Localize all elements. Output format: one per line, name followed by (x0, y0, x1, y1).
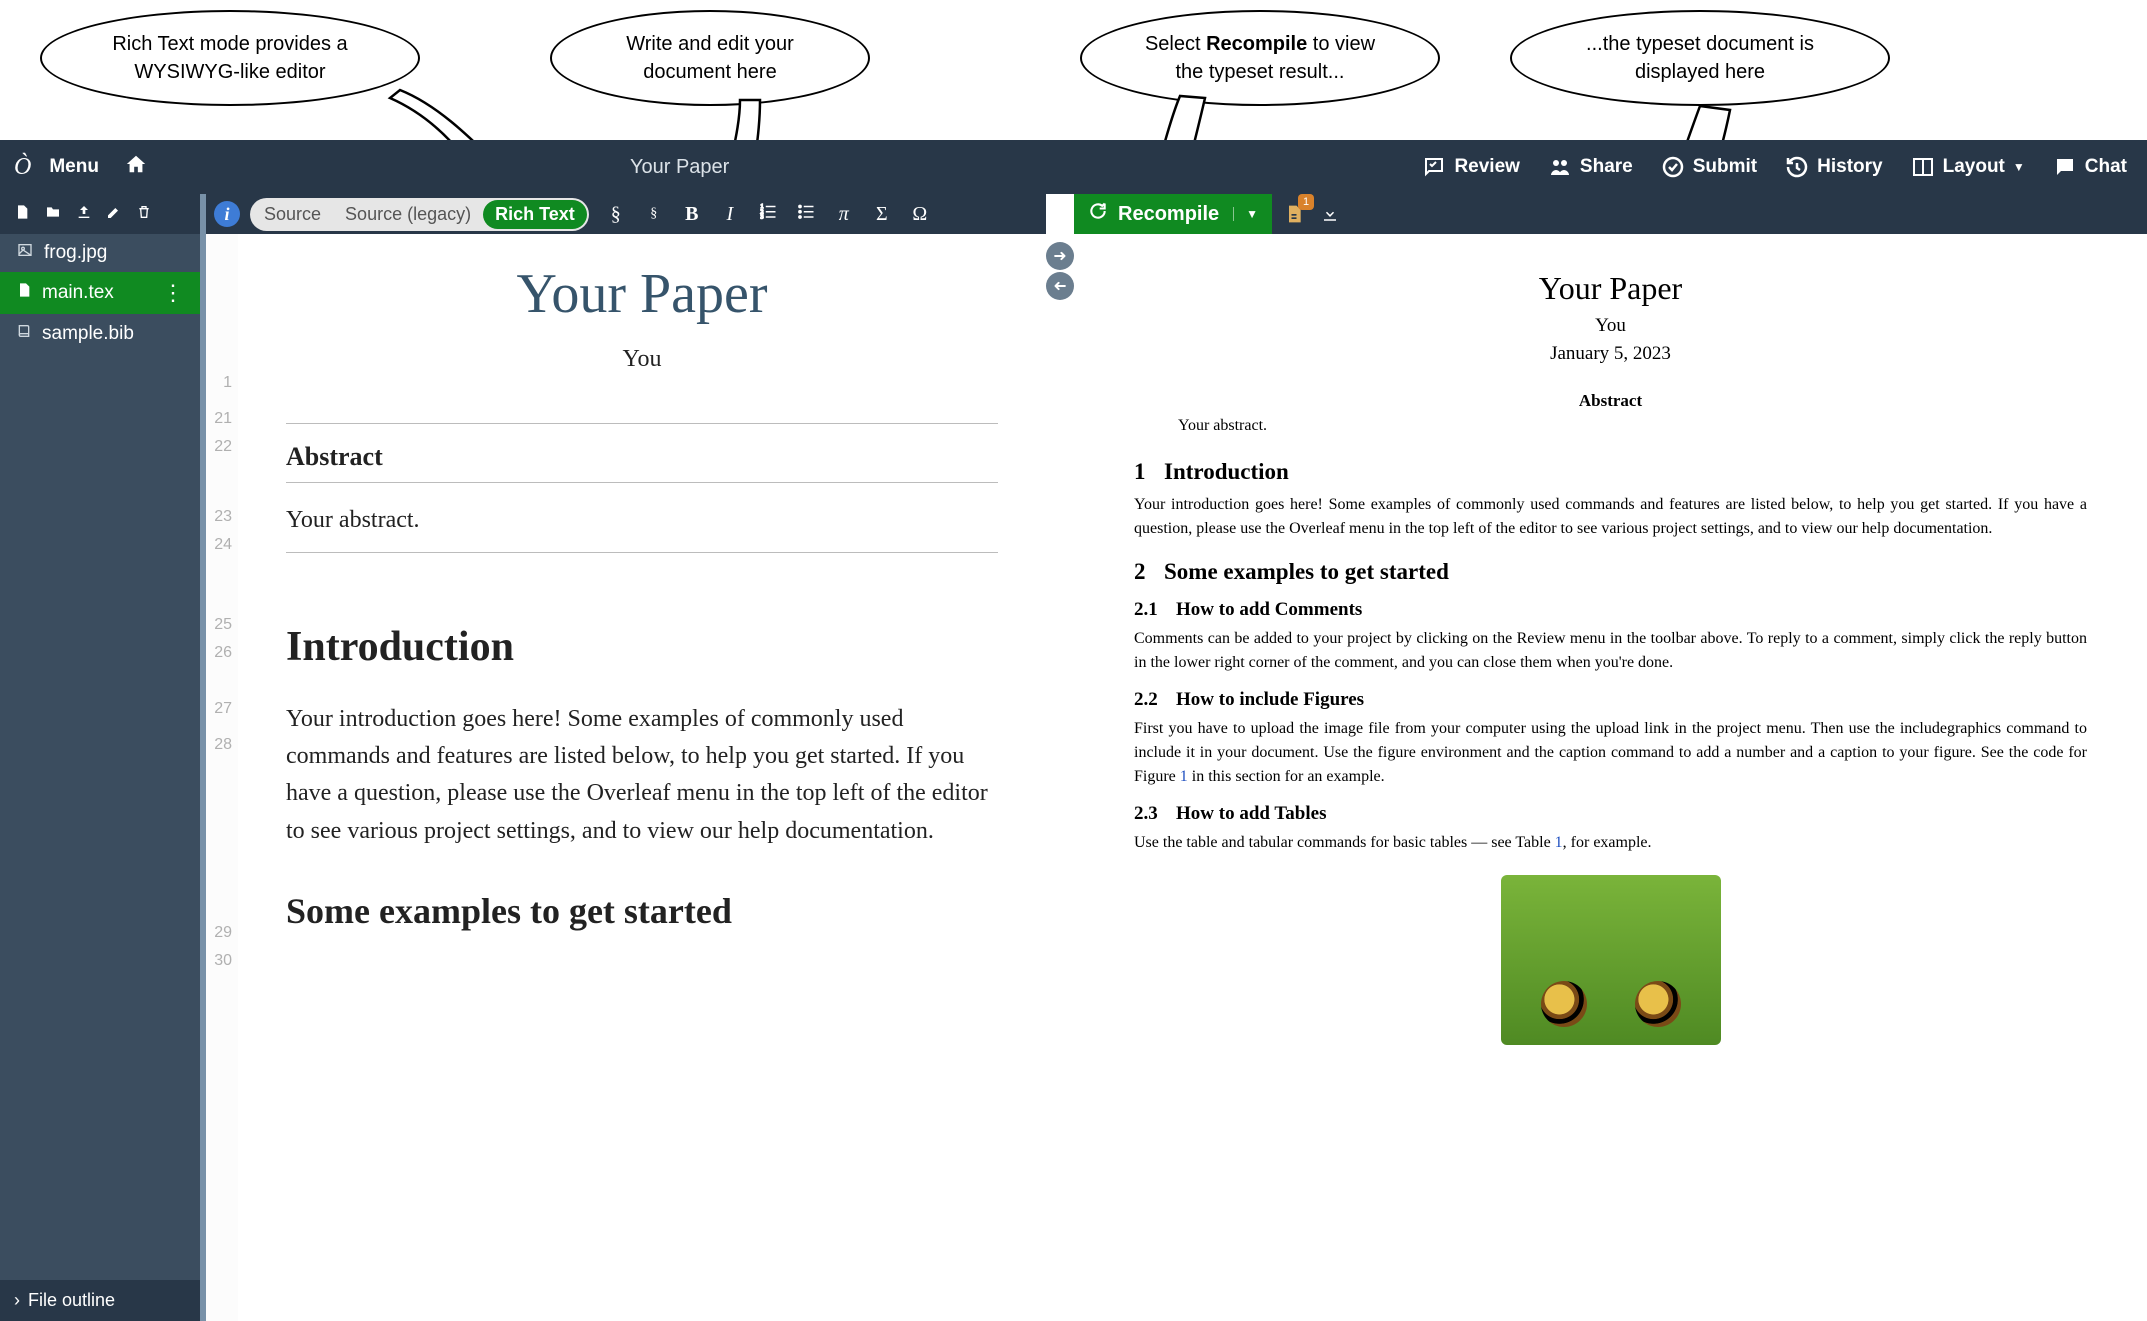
sync-right-icon[interactable]: ➜ (1046, 242, 1074, 270)
pdf-sec-2: 2Some examples to get started (1134, 559, 2087, 585)
frog-figure (1501, 875, 1721, 1045)
pdf-sub22-body: First you have to upload the image file … (1134, 717, 2087, 789)
section-introduction[interactable]: Introduction (286, 623, 998, 671)
main-area: frog.jpg main.tex ⋮ sample.bib › File ou… (0, 194, 2147, 1321)
pdf-sub-23: 2.3How to add Tables (1134, 803, 2087, 825)
new-folder-icon[interactable] (44, 204, 62, 225)
logs-button[interactable]: 1 (1280, 200, 1308, 228)
file-outline-toggle[interactable]: › File outline (0, 1280, 200, 1321)
home-icon[interactable] (125, 153, 147, 181)
mode-rich-text[interactable]: Rich Text (483, 200, 587, 229)
section-icon[interactable]: § (599, 203, 633, 226)
logs-badge-count: 1 (1298, 194, 1314, 210)
pane-divider[interactable]: ➜ ➜ (1046, 194, 1074, 1321)
file-label: frog.jpg (44, 242, 107, 264)
pdf-sub21-body: Comments can be added to your project by… (1134, 627, 2087, 675)
pdf-abstract-text: Your abstract. (1178, 417, 2043, 435)
file-list: frog.jpg main.tex ⋮ sample.bib (0, 234, 200, 1280)
abstract-heading[interactable]: Abstract (286, 442, 998, 472)
svg-text:3: 3 (760, 215, 763, 221)
section-examples[interactable]: Some examples to get started (286, 890, 998, 932)
doc-title[interactable]: Your Paper (286, 262, 998, 326)
pdf-sec-1: 1Introduction (1134, 459, 2087, 485)
editor-toolbar: i Source Source (legacy) Rich Text § § B… (206, 194, 1046, 234)
submit-button[interactable]: Submit (1661, 155, 1757, 179)
editor-pane: i Source Source (legacy) Rich Text § § B… (206, 194, 1046, 1321)
annotation-typeset: ...the typeset document is displayed her… (1510, 10, 1890, 106)
book-icon (16, 322, 32, 346)
file-menu-icon[interactable]: ⋮ (162, 280, 184, 306)
pdf-sec1-body: Your introduction goes here! Some exampl… (1134, 493, 2087, 541)
pdf-viewer[interactable]: Your Paper You January 5, 2023 Abstract … (1074, 234, 2147, 1321)
annotation-recompile: Select Recompile to view the typeset res… (1080, 10, 1440, 106)
top-header: Ò Menu Your Paper Review Share Submit Hi… (0, 140, 2147, 194)
intro-body[interactable]: Your introduction goes here! Some exampl… (286, 701, 998, 850)
review-button[interactable]: Review (1422, 155, 1519, 179)
upload-icon[interactable] (76, 203, 92, 226)
table-ref-link[interactable]: 1 (1555, 834, 1563, 851)
pdf-abstract-head: Abstract (1134, 391, 2087, 411)
mode-source-legacy[interactable]: Source (legacy) (333, 200, 483, 229)
annotation-row: Rich Text mode provides a WYSIWYG-like e… (0, 0, 2147, 140)
annotation-rich-text: Rich Text mode provides a WYSIWYG-like e… (40, 10, 420, 106)
image-icon (16, 242, 34, 264)
recompile-icon (1088, 201, 1108, 227)
doc-author[interactable]: You (286, 346, 998, 373)
bullet-list-icon[interactable] (789, 202, 823, 226)
file-item-bib[interactable]: sample.bib (0, 314, 200, 354)
menu-button[interactable]: Menu (49, 156, 99, 178)
figure-ref-link[interactable]: 1 (1180, 768, 1188, 785)
italic-icon[interactable]: I (713, 203, 747, 226)
pi-icon[interactable]: π (827, 203, 861, 226)
numbered-list-icon[interactable]: 123 (751, 202, 785, 226)
pdf-title: Your Paper (1134, 270, 2087, 307)
pdf-sub-21: 2.1How to add Comments (1134, 599, 2087, 621)
pdf-page: Your Paper You January 5, 2023 Abstract … (1074, 234, 2147, 1321)
file-toolbar (0, 194, 200, 234)
project-title: Your Paper (200, 156, 1402, 179)
pdf-sub23-body: Use the table and tabular commands for b… (1134, 831, 2087, 855)
line-gutter: 1 21 22 23 24 25 26 27 28 29 30 (206, 234, 238, 1321)
sync-left-icon[interactable]: ➜ (1046, 272, 1074, 300)
editor-mode-toggle: Source Source (legacy) Rich Text (250, 198, 589, 231)
info-icon[interactable]: i (214, 201, 240, 227)
file-label: sample.bib (42, 323, 134, 345)
file-item-frog[interactable]: frog.jpg (0, 234, 200, 272)
pdf-author: You (1134, 315, 2087, 337)
file-label: main.tex (42, 282, 114, 304)
delete-icon[interactable] (136, 203, 152, 226)
history-button[interactable]: History (1785, 155, 1882, 179)
subsection-icon[interactable]: § (637, 206, 671, 222)
chat-button[interactable]: Chat (2053, 155, 2127, 179)
share-button[interactable]: Share (1548, 155, 1633, 179)
layout-button[interactable]: Layout ▼ (1911, 155, 2025, 179)
bold-icon[interactable]: B (675, 203, 709, 226)
pdf-pane: Recompile ▼ 1 Your Paper You January 5, … (1074, 194, 2147, 1321)
editor-body[interactable]: 1 21 22 23 24 25 26 27 28 29 30 Your Pap… (206, 234, 1046, 1321)
pdf-toolbar: Recompile ▼ 1 (1074, 194, 2147, 234)
pdf-date: January 5, 2023 (1134, 343, 2087, 365)
mode-source[interactable]: Source (252, 200, 333, 229)
recompile-button[interactable]: Recompile ▼ (1074, 194, 1272, 234)
caret-down-icon: ▼ (2013, 160, 2025, 174)
sigma-icon[interactable]: Σ (865, 203, 899, 226)
file-sidebar: frog.jpg main.tex ⋮ sample.bib › File ou… (0, 194, 200, 1321)
file-icon (16, 281, 32, 305)
chevron-right-icon: › (14, 1290, 20, 1311)
overleaf-logo-icon[interactable]: Ò (14, 154, 31, 181)
file-item-main[interactable]: main.tex ⋮ (0, 272, 200, 314)
annotation-write-edit: Write and edit your document here (550, 10, 870, 106)
omega-icon[interactable]: Ω (903, 203, 937, 226)
download-pdf-icon[interactable] (1316, 200, 1344, 228)
pdf-sub-22: 2.2How to include Figures (1134, 689, 2087, 711)
abstract-text[interactable]: Your abstract. (286, 507, 998, 534)
rename-icon[interactable] (106, 204, 122, 225)
rich-text-document[interactable]: Your Paper You Abstract Your abstract. I… (238, 234, 1046, 1321)
recompile-dropdown-icon[interactable]: ▼ (1233, 207, 1258, 221)
new-file-icon[interactable] (14, 203, 30, 226)
